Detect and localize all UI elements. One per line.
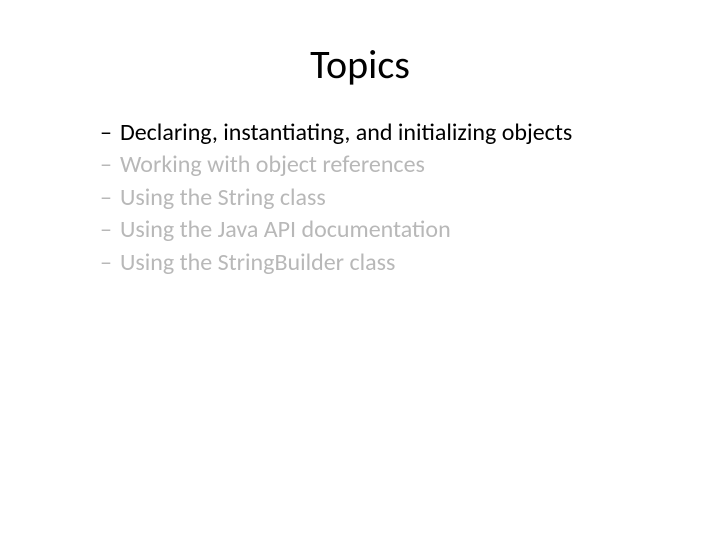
list-item-label: Using the StringBuilder class xyxy=(120,247,395,279)
list-item: – Working with object references xyxy=(100,149,660,181)
list-item: – Using the Java API documentation xyxy=(100,214,660,246)
dash-icon: – xyxy=(100,149,112,181)
list-item: – Using the StringBuilder class xyxy=(100,247,660,279)
list-item-label: Working with object references xyxy=(120,149,425,181)
list-item-label: Declaring, instantiating, and initializi… xyxy=(120,117,572,149)
dash-icon: – xyxy=(100,214,112,246)
list-item: – Using the String class xyxy=(100,182,660,214)
dash-icon: – xyxy=(100,117,112,149)
topic-list: – Declaring, instantiating, and initiali… xyxy=(60,117,660,279)
list-item-label: Using the Java API documentation xyxy=(120,214,451,246)
slide-title: Topics xyxy=(60,40,660,89)
dash-icon: – xyxy=(100,247,112,279)
list-item-label: Using the String class xyxy=(120,182,326,214)
list-item: – Declaring, instantiating, and initiali… xyxy=(100,117,660,149)
dash-icon: – xyxy=(100,182,112,214)
